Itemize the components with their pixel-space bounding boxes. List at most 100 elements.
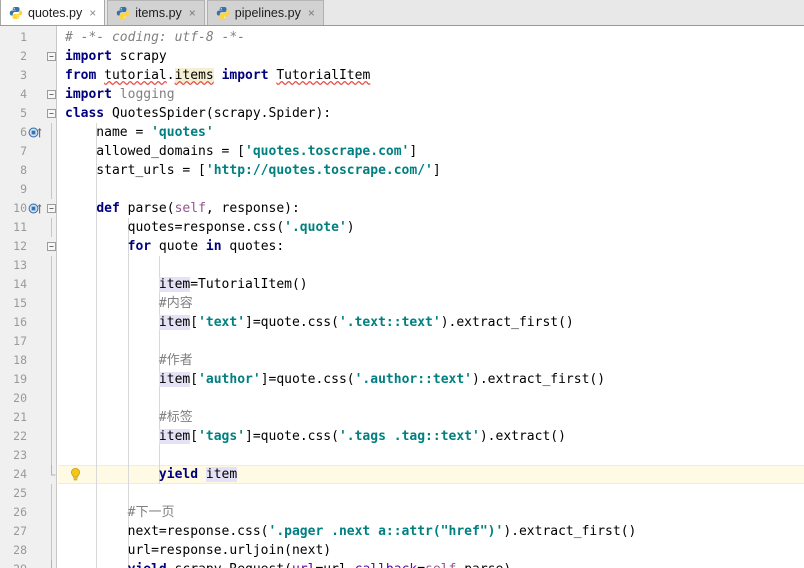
code-line[interactable] — [58, 389, 804, 408]
fold-guide-line — [51, 446, 52, 465]
gutter-line: 6 — [0, 123, 57, 142]
code-editor[interactable]: 1 2 3 4 5 6 7 8 9 10 11 12 13 14 15 16 17 18 19 20 21 22 23 24 2… — [0, 26, 804, 568]
implements-marker-icon[interactable] — [28, 125, 43, 140]
gutter-line: 22 — [0, 427, 57, 446]
code-line[interactable]: item=TutorialItem() — [58, 275, 804, 294]
code-line[interactable] — [58, 484, 804, 503]
line-number: 4 — [20, 87, 27, 101]
close-icon[interactable]: × — [88, 7, 97, 19]
code-line[interactable] — [58, 180, 804, 199]
code-token: import — [221, 68, 269, 83]
implements-marker-icon[interactable] — [28, 125, 43, 140]
fold-end-icon[interactable] — [46, 560, 57, 568]
code-token: , response): — [205, 201, 300, 216]
line-number: 21 — [13, 410, 27, 424]
code-token: '.quote' — [284, 220, 347, 235]
code-line[interactable]: #下一页 — [58, 503, 804, 522]
code-line[interactable]: yield scrapy.Request(url=url,callback=se… — [58, 560, 804, 568]
code-line[interactable]: url=response.urljoin(next) — [58, 541, 804, 560]
lightbulb-icon[interactable] — [68, 467, 83, 482]
code-viewport[interactable]: # -*- coding: utf-8 -*- import scrapy from… — [58, 26, 804, 568]
editor-gutter[interactable]: 1 2 3 4 5 6 7 8 9 10 11 12 13 14 15 16 17 18 19 20 21 22 23 24 2… — [0, 26, 57, 568]
code-line[interactable] — [58, 446, 804, 465]
gutter-line: 21 — [0, 408, 57, 427]
code-line[interactable]: import logging — [58, 85, 804, 104]
fold-guide-line — [51, 332, 52, 351]
line-number: 26 — [13, 505, 27, 519]
gutter-line: 13 — [0, 256, 57, 275]
lightbulb-icon[interactable] — [68, 467, 83, 482]
implements-marker-icon[interactable] — [28, 201, 43, 216]
code-line[interactable]: # -*- coding: utf-8 -*- — [58, 28, 804, 47]
gutter-line: 25 — [0, 484, 57, 503]
fold-guide — [46, 484, 57, 503]
code-line[interactable]: #标签 — [58, 408, 804, 427]
fold-guide — [46, 123, 57, 142]
fold-collapse-icon[interactable] — [46, 104, 57, 123]
gutter-line: 27 — [0, 522, 57, 541]
code-line[interactable]: item['tags']=quote.css('.tags .tag::text… — [58, 427, 804, 446]
line-number: 15 — [13, 296, 27, 310]
code-line[interactable] — [58, 256, 804, 275]
code-token: 'quotes.toscrape.com' — [245, 144, 410, 159]
fold-collapse-icon[interactable] — [46, 47, 57, 66]
fold-end-icon[interactable] — [46, 465, 57, 484]
code-line[interactable]: item['text']=quote.css('.text::text').ex… — [58, 313, 804, 332]
gutter-line: 29 — [0, 560, 57, 568]
editor-tab-items-py[interactable]: items.py × — [107, 0, 205, 25]
code-line[interactable]: class QuotesSpider(scrapy.Spider): — [58, 104, 804, 123]
code-token: =TutorialItem() — [190, 277, 308, 292]
code-line[interactable]: #内容 — [58, 294, 804, 313]
code-line[interactable]: quotes=response.css('.quote') — [58, 218, 804, 237]
fold-guide — [46, 142, 57, 161]
code-token: #作者 — [65, 353, 193, 368]
code-token: for — [127, 239, 152, 254]
code-token: logging — [119, 87, 175, 102]
fold-marker[interactable] — [46, 465, 57, 484]
code-token: import — [65, 87, 112, 102]
code-line[interactable]: for quote in quotes: — [58, 237, 804, 256]
fold-guide — [46, 256, 57, 275]
code-line[interactable]: name = 'quotes' — [58, 123, 804, 142]
fold-marker[interactable] — [46, 85, 57, 104]
editor-tab-pipelines-py[interactable]: pipelines.py × — [206, 0, 324, 25]
code-line[interactable]: from tutorial.items import TutorialItem — [58, 66, 804, 85]
fold-marker[interactable] — [46, 104, 57, 123]
code-line[interactable]: start_urls = ['http://quotes.toscrape.co… — [58, 161, 804, 180]
fold-marker[interactable] — [46, 237, 57, 256]
line-number: 16 — [13, 315, 27, 329]
code-line[interactable]: import scrapy — [58, 47, 804, 66]
code-token: ).extract_first() — [472, 372, 606, 387]
fold-marker[interactable] — [46, 47, 57, 66]
line-number: 2 — [20, 49, 27, 63]
code-line[interactable]: def parse(self, response): — [58, 199, 804, 218]
implements-marker-icon[interactable] — [28, 201, 43, 216]
editor-tab-quotes-py[interactable]: quotes.py × — [0, 0, 106, 25]
python-file-icon — [9, 6, 23, 19]
fold-marker[interactable] — [46, 560, 57, 568]
gutter-line: 5 — [0, 104, 57, 123]
code-line[interactable]: yield item — [58, 465, 804, 484]
code-token: from — [65, 68, 97, 83]
fold-marker[interactable] — [46, 199, 57, 218]
code-line[interactable]: item['author']=quote.css('.author::text'… — [58, 370, 804, 389]
tab-label: quotes.py — [28, 5, 83, 20]
code-line[interactable] — [58, 332, 804, 351]
line-number: 19 — [13, 372, 27, 386]
line-number: 22 — [13, 429, 27, 443]
code-line[interactable]: next=response.css('.pager .next a::attr(… — [58, 522, 804, 541]
line-number: 10 — [13, 201, 27, 215]
close-icon[interactable]: × — [188, 7, 197, 19]
fold-collapse-icon[interactable] — [46, 237, 57, 256]
code-line[interactable]: allowed_domains = ['quotes.toscrape.com'… — [58, 142, 804, 161]
fold-collapse-icon[interactable] — [46, 199, 57, 218]
gutter-line: 2 — [0, 47, 57, 66]
code-line[interactable]: #作者 — [58, 351, 804, 370]
close-icon[interactable]: × — [307, 7, 316, 19]
fold-guide-line — [51, 370, 52, 389]
fold-collapse-icon[interactable] — [46, 85, 57, 104]
